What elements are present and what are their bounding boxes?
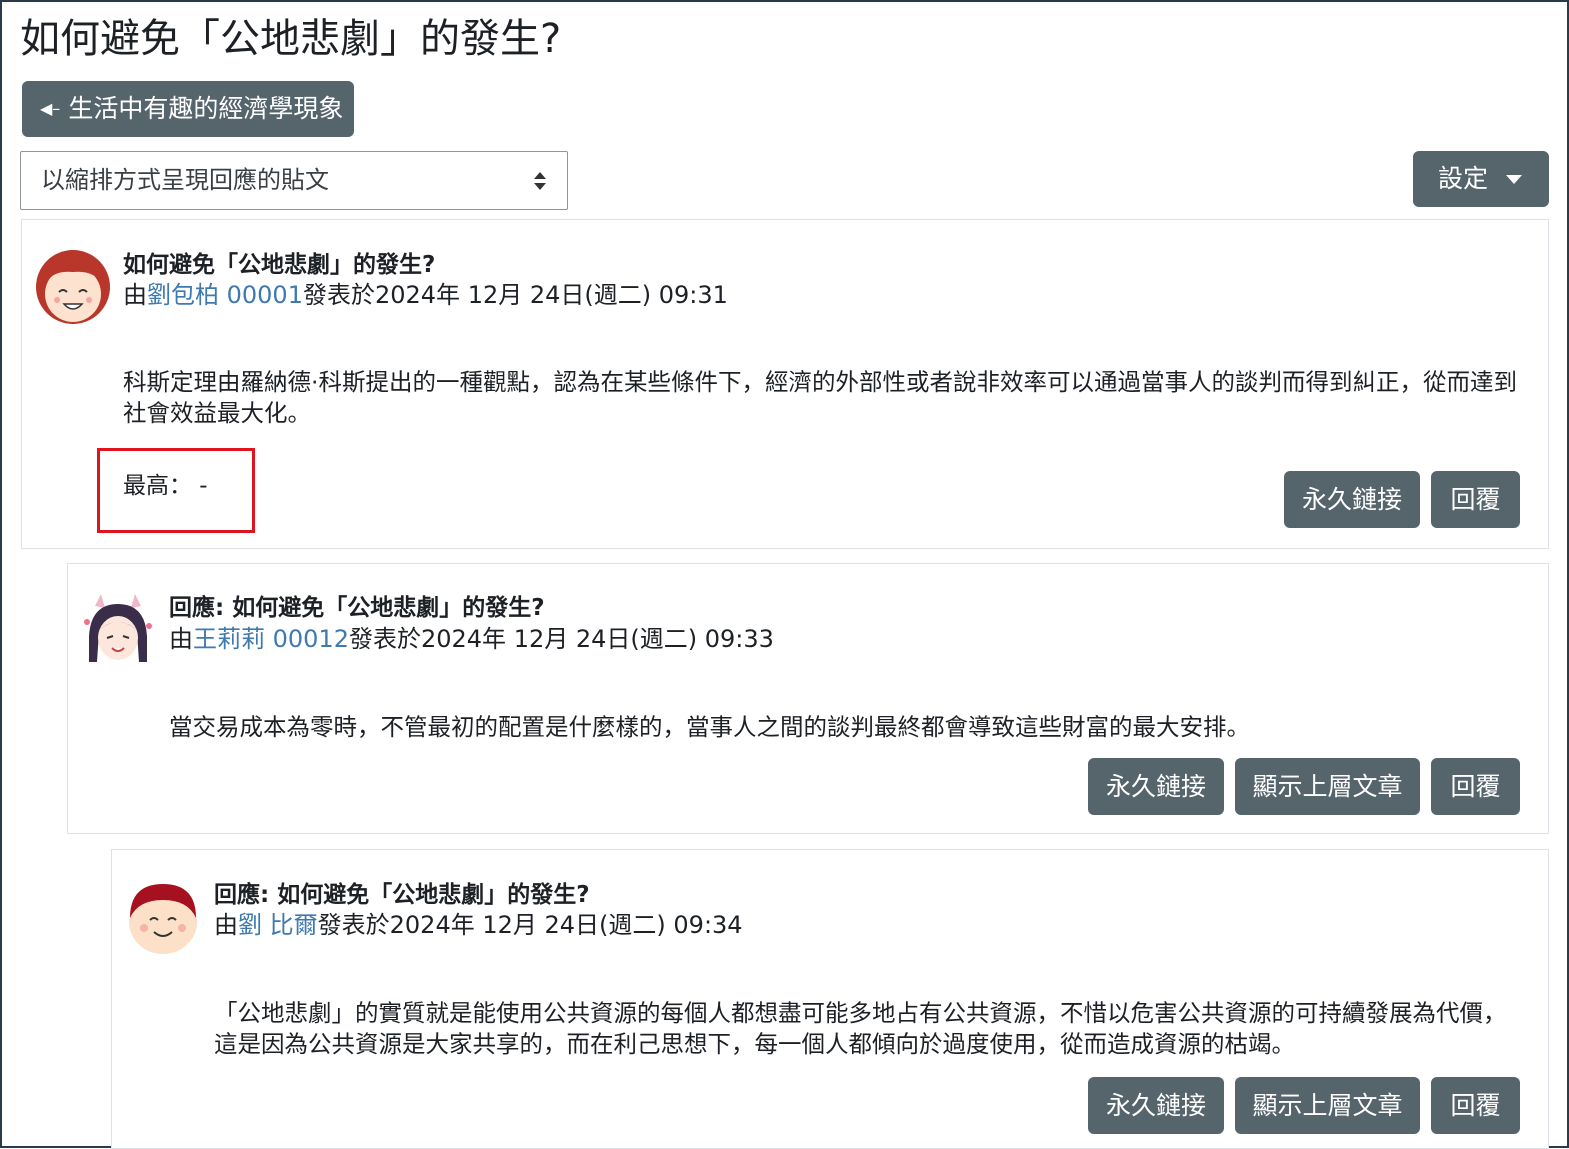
reply-button[interactable]: 回覆 [1431,1077,1520,1134]
post-body: 當交易成本為零時，不管最初的配置是什麼樣的，當事人之間的談判最終都會導致這些財富… [169,713,1250,741]
permalink-button[interactable]: 永久鏈接 [1284,471,1420,528]
show-parent-button[interactable]: 顯示上層文章 [1235,1077,1420,1134]
left-arrow-icon: ◀– [40,99,61,118]
post-subject: 回應: 如何避免「公地悲劇」的發生? [169,595,545,621]
author-link[interactable]: 王莉莉 00012 [193,625,349,653]
permalink-button[interactable]: 永久鏈接 [1088,1077,1224,1134]
settings-label: 設定 [1438,164,1489,193]
back-to-forum-button[interactable]: ◀– 生活中有趣的經濟學現象 [22,81,354,137]
avatar [36,250,110,324]
avatar [129,884,197,954]
reply-button[interactable]: 回覆 [1431,471,1520,528]
post-meta: 由劉 比爾發表於2024年 12月 24日(週二) 09:34 [214,910,743,940]
settings-button[interactable]: 設定 [1413,151,1549,207]
author-link[interactable]: 劉包柏 00001 [147,281,303,309]
avatar [81,594,155,668]
permalink-button[interactable]: 永久鏈接 [1088,758,1224,815]
post-meta: 由劉包柏 00001發表於2024年 12月 24日(週二) 09:31 [123,280,728,310]
sort-caret-icon [534,172,546,190]
posted-date: 發表於2024年 12月 24日(週二) 09:31 [302,281,728,309]
author-link[interactable]: 劉 比爾 [238,911,318,939]
posted-date: 發表於2024年 12月 24日(週二) 09:33 [348,625,774,653]
display-mode-value: 以縮排方式呈現回應的貼文 [41,166,329,194]
caret-down-icon [1506,175,1522,184]
post-body: 科斯定理由羅納德·科斯提出的一種觀點，認為在某些條件下，經濟的外部性或者說非效率… [123,368,1517,427]
display-mode-select[interactable]: 以縮排方式呈現回應的貼文 [20,151,568,210]
post-subject: 如何避免「公地悲劇」的發生? [123,252,436,278]
post-subject: 回應: 如何避免「公地悲劇」的發生? [214,882,590,908]
post-body: 「公地悲劇」的實質就是能使用公共資源的每個人都想盡可能多地占有公共資源，不惜以危… [214,999,1507,1058]
show-parent-button[interactable]: 顯示上層文章 [1235,758,1420,815]
page-title: 如何避免「公地悲劇」的發生? [20,16,562,62]
by-label: 由 [123,281,147,309]
posted-date: 發表於2024年 12月 24日(週二) 09:34 [317,911,743,939]
post-meta: 由王莉莉 00012發表於2024年 12月 24日(週二) 09:33 [169,624,774,654]
back-label: 生活中有趣的經濟學現象 [68,94,344,123]
rating-text: 最高： - [123,473,208,499]
reply-button[interactable]: 回覆 [1431,758,1520,815]
by-label: 由 [169,625,193,653]
by-label: 由 [214,911,238,939]
